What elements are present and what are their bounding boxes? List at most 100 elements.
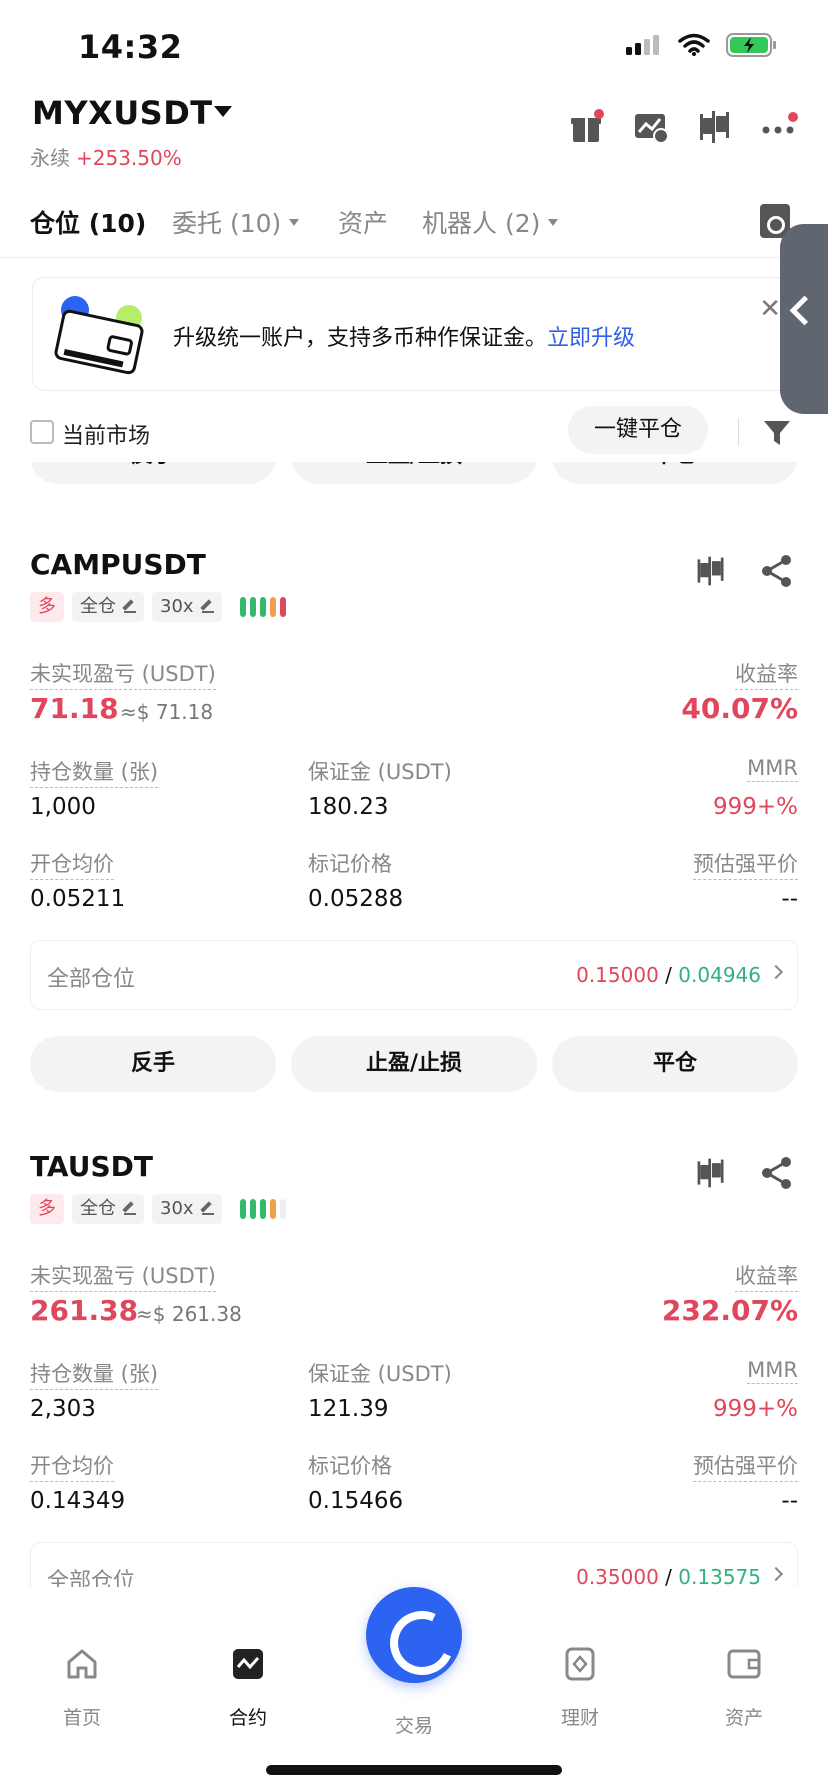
margin-mode-label: 全仓 [80, 1198, 116, 1219]
position-symbol[interactable]: CAMPUSDT [30, 548, 206, 581]
risk-bar [259, 597, 266, 617]
filter-icon[interactable] [762, 418, 792, 448]
margin-mode-tag[interactable]: 全仓 [72, 592, 144, 622]
position-symbol[interactable]: TAUSDT [30, 1150, 153, 1183]
size-value: 1,000 [30, 794, 96, 820]
symbol-dropdown-icon[interactable] [214, 106, 232, 117]
chart-settings-icon[interactable] [632, 108, 670, 146]
nav-home[interactable]: 首页 [32, 1647, 132, 1730]
liq-price-label: 预估强平价 [693, 1450, 798, 1482]
tpsl-button[interactable]: 止盈/止损 [291, 462, 537, 484]
margin-mode-tag[interactable]: 全仓 [72, 1194, 144, 1224]
wallet-icon [727, 1649, 761, 1679]
contract-type: 永续 [30, 146, 70, 170]
share-icon[interactable] [760, 554, 794, 588]
sl-price: 0.13575 [678, 1565, 761, 1587]
status-bar: 14:32 [0, 0, 828, 90]
futures-icon [233, 1649, 263, 1679]
close-icon[interactable]: ✕ [759, 294, 781, 324]
risk-bars [239, 1199, 286, 1219]
action-row: 反手 止盈/止损 平仓 [30, 1036, 798, 1092]
action-row-previous: 反手 止盈/止损 平仓 [30, 462, 798, 484]
all-positions-row[interactable]: 全部仓位 0.15000 / 0.04946 [30, 940, 798, 1010]
close-position-button[interactable]: 平仓 [552, 462, 798, 484]
nav-futures[interactable]: 合约 [198, 1647, 298, 1730]
separator: / [665, 963, 672, 987]
side-drawer-handle[interactable] [780, 224, 828, 414]
tab-bots[interactable]: 机器人 (2) [422, 204, 559, 240]
all-positions-row[interactable]: 全部仓位 0.35000 / 0.13575 [30, 1542, 798, 1587]
margin-value: 180.23 [308, 794, 389, 820]
nav-earn[interactable]: 理财 [530, 1647, 630, 1730]
tab-orders[interactable]: 委托 (10) [172, 204, 300, 240]
risk-bar [249, 597, 256, 617]
size-label: 持仓数量 (张) [30, 1358, 159, 1390]
close-position-button[interactable]: 平仓 [552, 1036, 798, 1092]
tp-price: 0.15000 [576, 963, 659, 987]
upgrade-banner[interactable]: 升级统一账户，支持多币种作保证金。立即升级 ✕ [32, 277, 796, 391]
leverage-tag[interactable]: 30x [152, 592, 222, 622]
positions-list[interactable]: 反手 止盈/止损 平仓 CAMPUSDT 多 全仓 30x [0, 462, 828, 1587]
mark-price-label: 标记价格 [308, 1454, 392, 1478]
wallet-illustration [54, 296, 144, 375]
mmr-label: MMR [747, 756, 798, 782]
roe-label: 收益率 [735, 1260, 798, 1292]
trade-button[interactable] [366, 1587, 462, 1683]
reverse-button[interactable]: 反手 [30, 1036, 276, 1092]
side-badge: 多 [30, 1194, 64, 1224]
bottom-nav: 首页 合约 交易 理财 资产 [0, 1587, 828, 1792]
pnl-usd-value: ≈$ 261.38 [136, 1302, 242, 1326]
edit-icon [201, 601, 214, 613]
current-market-checkbox[interactable] [30, 420, 54, 444]
gift-icon[interactable] [568, 108, 606, 146]
earn-icon [565, 1647, 595, 1681]
tab-assets[interactable]: 资产 [338, 204, 388, 240]
battery-icon [726, 33, 776, 57]
edit-icon [124, 1203, 136, 1215]
tab-positions[interactable]: 仓位 (10) [30, 204, 146, 240]
nav-trade-label[interactable]: 交易 [366, 1711, 462, 1738]
tp-price: 0.35000 [576, 1565, 659, 1587]
mark-price-value: 0.05288 [308, 886, 404, 912]
candlestick-icon[interactable] [696, 108, 734, 146]
entry-price-value: 0.05211 [30, 886, 126, 912]
home-icon [67, 1649, 97, 1679]
all-positions-label: 全部仓位 [47, 967, 136, 992]
leverage-tag[interactable]: 30x [152, 1194, 222, 1224]
size-label: 持仓数量 (张) [30, 756, 159, 788]
nav-assets[interactable]: 资产 [694, 1647, 794, 1730]
edit-icon [124, 601, 136, 613]
close-all-button[interactable]: 一键平仓 [568, 406, 708, 454]
liq-price-label: 预估强平价 [693, 848, 798, 880]
entry-price-label: 开仓均价 [30, 848, 114, 880]
tpsl-button[interactable]: 止盈/止损 [291, 1036, 537, 1092]
more-icon[interactable] [760, 108, 798, 146]
candlestick-icon[interactable] [694, 1156, 728, 1190]
unrealized-pnl-label: 未实现盈亏 (USDT) [30, 658, 216, 690]
unrealized-pnl-value: 261.38 [30, 1294, 139, 1327]
share-icon[interactable] [760, 1156, 794, 1190]
risk-bars [239, 597, 286, 617]
nav-home-label: 首页 [62, 1707, 101, 1729]
entry-price-label: 开仓均价 [30, 1450, 114, 1482]
upgrade-link[interactable]: 立即升级 [547, 326, 635, 351]
symbol-title[interactable]: MYXUSDT [32, 94, 213, 132]
reverse-button[interactable]: 反手 [30, 462, 276, 484]
risk-bar [269, 597, 276, 617]
liq-price-value: -- [781, 886, 798, 912]
candlestick-icon[interactable] [694, 554, 728, 588]
pnl-usd-value: ≈$ 71.18 [120, 700, 214, 724]
roe-value: 40.07% [681, 692, 798, 725]
unrealized-pnl-value: 71.18 [30, 692, 119, 725]
current-market-label[interactable]: 当前市场 [62, 418, 150, 450]
mmr-value: 999+% [712, 1396, 798, 1422]
position-tabs: 仓位 (10) 委托 (10) 资产 机器人 (2) [0, 196, 828, 258]
risk-bar [279, 597, 286, 617]
status-time: 14:32 [78, 28, 183, 66]
roe-label: 收益率 [735, 658, 798, 690]
tab-assets-label: 资产 [338, 209, 389, 238]
margin-label: 保证金 (USDT) [308, 1362, 452, 1386]
unrealized-pnl-label: 未实现盈亏 (USDT) [30, 1260, 216, 1292]
nav-assets-label: 资产 [724, 1707, 763, 1729]
symbol-subline: 永续 +253.50% [30, 142, 182, 171]
